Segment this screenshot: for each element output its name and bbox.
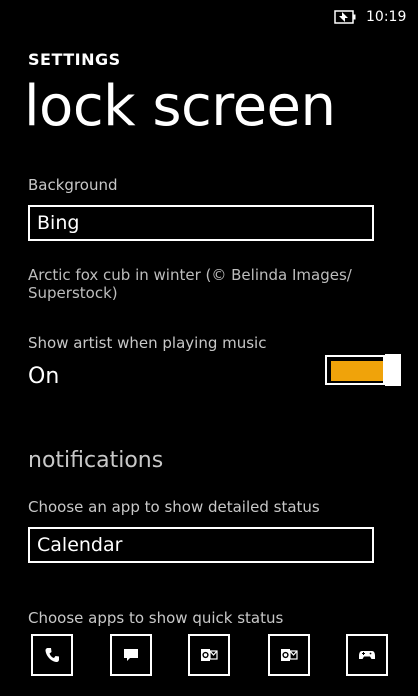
detailed-status-label: Choose an app to show detailed status xyxy=(28,498,320,516)
notifications-header: notifications xyxy=(28,448,164,473)
status-bar: 10:19 xyxy=(0,0,418,36)
game-controller-icon xyxy=(359,651,375,659)
page-title: lock screen xyxy=(24,74,336,139)
background-description: Arctic fox cub in winter (© Belinda Imag… xyxy=(28,266,352,302)
toggle-fill xyxy=(331,361,383,381)
quick-status-slot-2[interactable] xyxy=(110,634,152,676)
toggle-track xyxy=(325,355,385,385)
outlook-mail-icon xyxy=(281,649,298,661)
quick-status-slot-5[interactable] xyxy=(346,634,388,676)
quick-status-slot-3[interactable] xyxy=(188,634,230,676)
detailed-status-picker[interactable]: Calendar xyxy=(28,527,374,563)
phone-icon xyxy=(45,648,59,662)
messaging-icon xyxy=(124,649,138,661)
background-label: Background xyxy=(28,176,118,194)
outlook-mail-icon xyxy=(201,649,218,661)
app-title: SETTINGS xyxy=(28,50,121,69)
quick-status-slot-4[interactable] xyxy=(268,634,310,676)
show-artist-label: Show artist when playing music xyxy=(28,334,267,352)
show-artist-state: On xyxy=(28,364,60,389)
toggle-thumb[interactable] xyxy=(385,354,401,386)
status-time: 10:19 xyxy=(366,9,407,25)
quick-status-slot-1[interactable] xyxy=(31,634,73,676)
show-artist-toggle[interactable] xyxy=(325,354,401,386)
background-picker[interactable]: Bing xyxy=(28,205,374,241)
battery-charging-icon xyxy=(334,10,356,24)
quick-status-label: Choose apps to show quick status xyxy=(28,609,284,627)
